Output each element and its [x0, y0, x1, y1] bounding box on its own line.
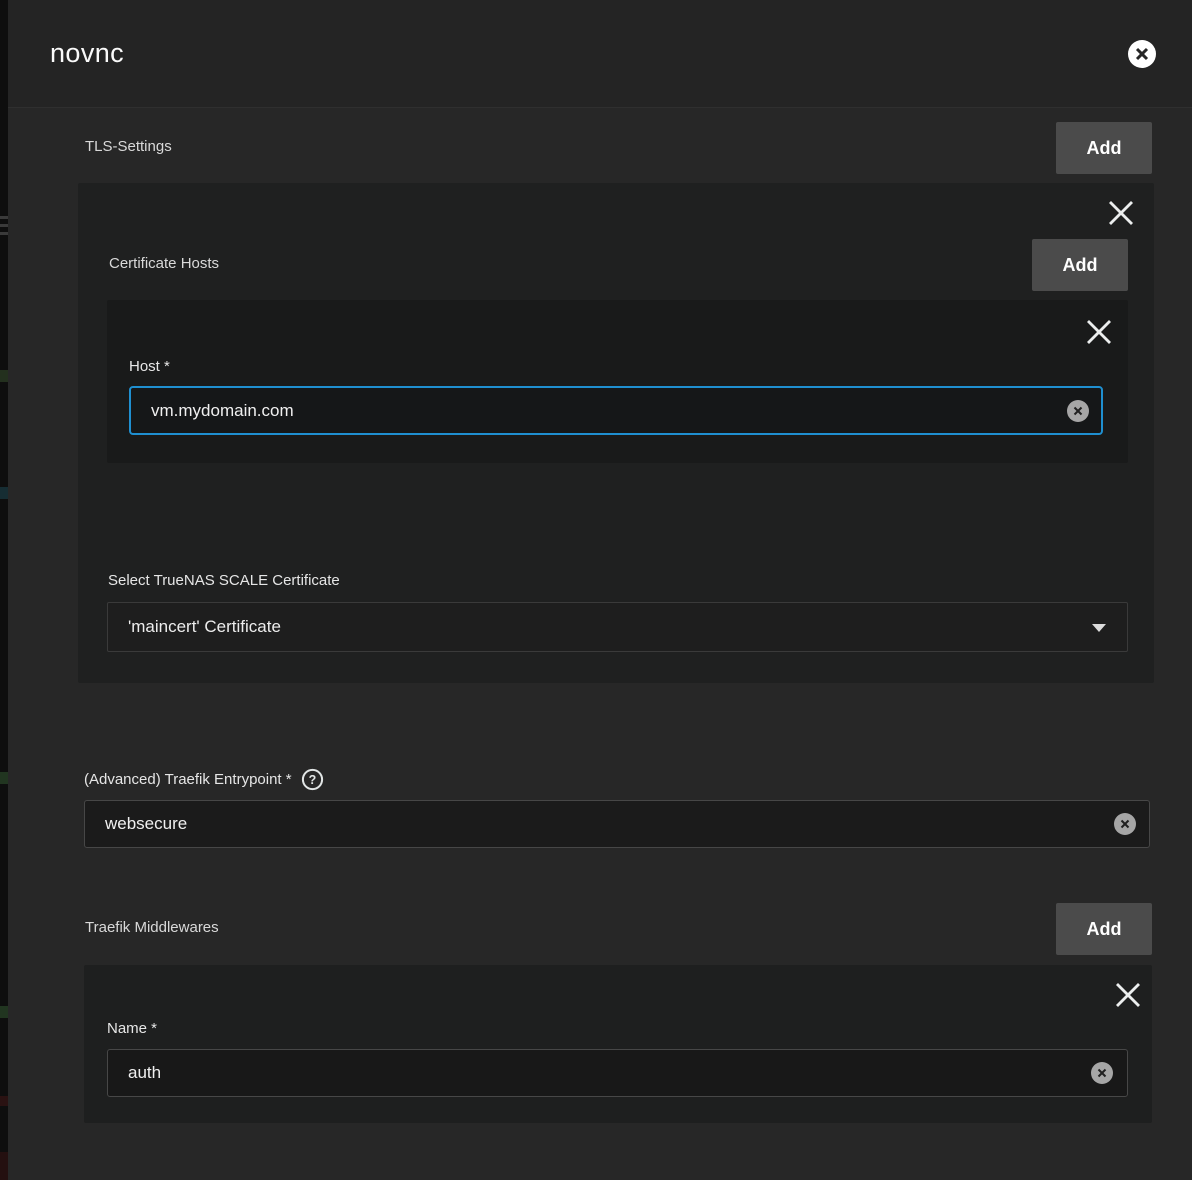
entrypoint-input[interactable] [84, 800, 1150, 848]
tls-settings-label: TLS-Settings [85, 138, 172, 155]
x-icon [1085, 318, 1113, 346]
certificate-hosts-label: Certificate Hosts [109, 255, 219, 272]
chevron-down-icon [1092, 624, 1106, 632]
middleware-name-input[interactable] [107, 1049, 1128, 1097]
circle-x-icon [1067, 400, 1089, 422]
certificate-select[interactable]: 'maincert' Certificate [107, 602, 1128, 652]
middleware-name-clear-icon[interactable] [1091, 1062, 1113, 1084]
circle-x-icon [1128, 40, 1156, 68]
circle-x-icon [1114, 813, 1136, 835]
background-artifact [0, 1152, 8, 1180]
middleware-item-close-button[interactable] [1113, 980, 1143, 1010]
background-artifact [0, 1006, 8, 1018]
certificate-host-item-close-button[interactable] [1084, 317, 1114, 347]
background-artifact [0, 232, 8, 235]
host-clear-icon[interactable] [1067, 400, 1089, 422]
certificate-hosts-add-button[interactable]: Add [1032, 239, 1128, 291]
x-icon [1107, 199, 1135, 227]
middleware-name-label: Name * [107, 1020, 157, 1037]
tls-settings-item-close-button[interactable] [1106, 198, 1136, 228]
host-label: Host * [129, 358, 170, 375]
middlewares-add-button[interactable]: Add [1056, 903, 1152, 955]
circle-x-icon [1091, 1062, 1113, 1084]
host-input[interactable] [129, 386, 1103, 435]
background-artifact [0, 370, 8, 382]
background-artifact [0, 1096, 8, 1106]
certificate-select-label: Select TrueNAS SCALE Certificate [108, 572, 340, 589]
entrypoint-label: (Advanced) Traefik Entrypoint * [84, 771, 292, 788]
tls-settings-item-panel: Certificate Hosts Add Host * Select True… [78, 183, 1154, 683]
dialog-close-button[interactable] [1128, 40, 1156, 68]
dialog-header: novnc [8, 0, 1192, 108]
background-artifact [0, 772, 8, 784]
question-circle-icon: ? [301, 768, 324, 791]
certificate-host-item-panel: Host * [107, 300, 1128, 463]
background-artifact [0, 487, 8, 499]
svg-text:?: ? [309, 773, 317, 787]
middlewares-label: Traefik Middlewares [85, 919, 219, 936]
certificate-select-value: 'maincert' Certificate [108, 617, 281, 637]
middleware-item-panel: Name * [84, 965, 1152, 1123]
entrypoint-clear-icon[interactable] [1114, 813, 1136, 835]
background-artifact [0, 216, 8, 219]
dialog-title: novnc [50, 38, 124, 69]
help-icon[interactable]: ? [301, 768, 324, 791]
background-page-strip [0, 0, 8, 1180]
x-icon [1114, 981, 1142, 1009]
tls-settings-add-button[interactable]: Add [1056, 122, 1152, 174]
background-artifact [0, 224, 8, 227]
app-config-dialog: novnc TLS-Settings Add Certificate Hosts… [8, 0, 1192, 1180]
